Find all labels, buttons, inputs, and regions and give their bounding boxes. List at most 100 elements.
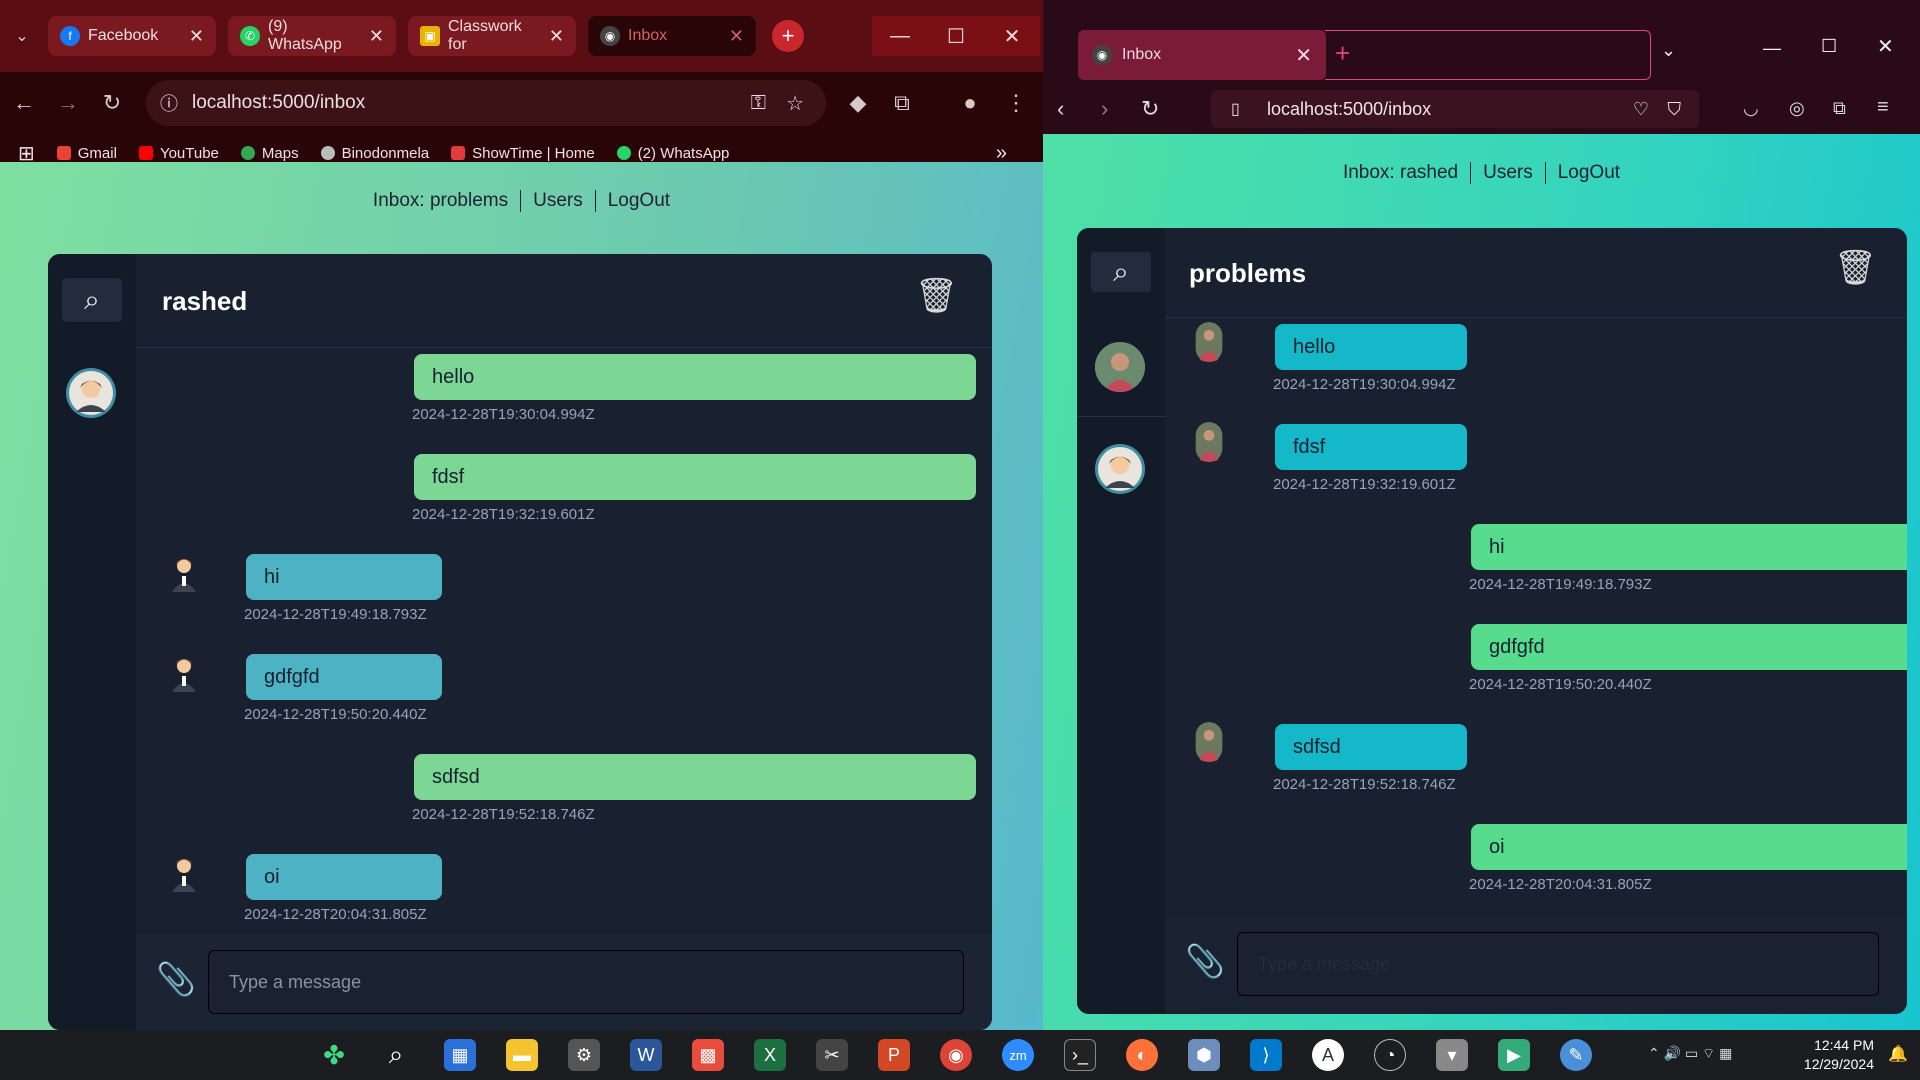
whatsapp-icon: ✆ [240, 26, 260, 46]
back-icon[interactable]: ‹ [1057, 96, 1064, 122]
nav-users-link[interactable]: Users [1470, 162, 1545, 184]
tab-classroom[interactable]: ▣ Classwork for ✕ [408, 16, 576, 56]
search-icon[interactable]: ⌕ [380, 1039, 412, 1071]
shield-icon[interactable]: ⛉ [1668, 99, 1682, 120]
forward-icon[interactable]: → [48, 80, 88, 126]
snipping-tool-icon[interactable]: ✂ [816, 1039, 848, 1071]
file-explorer-icon[interactable]: ▬ [506, 1039, 538, 1071]
close-icon[interactable]: ✕ [189, 26, 204, 47]
chat-title: problems [1189, 258, 1307, 288]
reload-icon[interactable]: ↻ [1141, 96, 1159, 122]
maximize-button[interactable]: ☐ [1821, 36, 1837, 57]
app-store-icon[interactable]: A [1312, 1039, 1344, 1071]
extensions-icon[interactable]: ⧉ [1833, 98, 1846, 119]
star-icon[interactable]: ☆ [786, 91, 804, 116]
bookmark-showtime[interactable]: ShowTime | Home [451, 145, 595, 162]
bookmark-gmail[interactable]: Gmail [56, 145, 117, 162]
menu-icon[interactable]: ⋮ [996, 80, 1036, 126]
message-timestamp: 2024-12-28T19:49:18.793Z [1469, 576, 1652, 593]
message-bubble: hi [246, 554, 442, 600]
firefox-icon[interactable]: ◐ [1126, 1039, 1158, 1071]
contact-avatar-rashed[interactable] [1095, 444, 1145, 494]
sidebar-divider [1077, 416, 1165, 417]
powerpoint-icon[interactable]: P [878, 1039, 910, 1071]
classroom-icon: ▣ [420, 26, 440, 46]
tab-inbox[interactable]: ◉ Inbox ✕ [588, 16, 756, 56]
cube-icon[interactable]: ⬢ [1188, 1039, 1220, 1071]
message-bubble: hello [1275, 324, 1467, 370]
notification-icon[interactable]: 🔔 [1888, 1044, 1908, 1064]
contact-avatar[interactable] [66, 368, 116, 418]
search-icon[interactable]: ⌕ [1091, 252, 1151, 292]
bookmark-youtube[interactable]: YouTube [138, 145, 219, 162]
trash-icon[interactable]: 🗑 [1834, 248, 1877, 288]
terminal-icon[interactable]: ›_ [1064, 1039, 1096, 1071]
message-bubble: gdfgfd [1471, 624, 1907, 670]
message-bubble: gdfgfd [246, 654, 442, 700]
back-icon[interactable]: ← [4, 80, 44, 126]
nav-inbox-link[interactable]: Inbox: rashed [1331, 162, 1470, 184]
bookmark-whatsapp[interactable]: (2) WhatsApp [616, 145, 729, 162]
chrome-tab-strip: ⌄ f Facebook ✕ ✆ (9) WhatsApp ✕ ▣ Classw… [0, 0, 1043, 72]
bookmark-maps[interactable]: Maps [240, 145, 299, 162]
paperclip-icon[interactable]: 📎 [1185, 942, 1225, 980]
new-tab-button[interactable]: + [772, 20, 804, 52]
app-icon[interactable]: ▩ [692, 1039, 724, 1071]
paperclip-icon[interactable]: 📎 [156, 960, 196, 998]
tab-search-icon[interactable]: ⌄ [4, 16, 40, 56]
zoom-icon[interactable]: zm [1002, 1039, 1034, 1071]
minimize-button[interactable]: — [872, 16, 928, 56]
minimize-button[interactable]: — [1763, 38, 1781, 59]
paint-icon[interactable]: ✎ [1560, 1039, 1592, 1071]
nav-logout-link[interactable]: LogOut [594, 190, 682, 212]
menu-icon[interactable]: ≡ [1877, 96, 1889, 119]
key-icon[interactable]: ⚿ [751, 92, 766, 115]
tab-inbox[interactable]: ◉ Inbox ✕ [1078, 30, 1326, 80]
settings-icon[interactable]: ⚙ [568, 1039, 600, 1071]
obs-icon[interactable]: ◔ [1374, 1039, 1406, 1071]
list-tabs-icon[interactable]: ⌄ [1661, 40, 1676, 61]
close-icon[interactable]: ✕ [369, 26, 384, 47]
close-icon[interactable]: ✕ [549, 26, 564, 47]
app-icon[interactable]: ▾ [1436, 1039, 1468, 1071]
close-window-button[interactable]: ✕ [1877, 34, 1894, 59]
store-icon[interactable]: ▦ [444, 1039, 476, 1071]
nav-inbox-link[interactable]: Inbox: problems [361, 190, 520, 212]
close-icon[interactable]: ✕ [729, 26, 744, 47]
trash-icon[interactable]: 🗑 [915, 276, 958, 316]
message-bubble: oi [246, 854, 442, 900]
tab-whatsapp[interactable]: ✆ (9) WhatsApp ✕ [228, 16, 396, 56]
message-input[interactable]: Type a message [1237, 932, 1879, 996]
chrome-icon[interactable]: ◉ [940, 1039, 972, 1071]
forward-icon[interactable]: › [1101, 96, 1108, 122]
nav-users-link[interactable]: Users [520, 190, 595, 212]
tab-facebook[interactable]: f Facebook ✕ [48, 16, 216, 56]
tray-icons[interactable]: ⌃ 🔊 ▭ ⌔ ▦ [1648, 1045, 1732, 1063]
bookmark-binodonmela[interactable]: Binodonmela [320, 145, 429, 162]
site-info-icon[interactable]: ⓘ [160, 90, 178, 116]
message-list: hello 2024-12-28T19:30:04.994Z fdsf 2024-12… [136, 348, 992, 934]
app-icon[interactable]: ▶ [1498, 1039, 1530, 1071]
word-icon[interactable]: W [630, 1039, 662, 1071]
reload-icon[interactable]: ↻ [92, 80, 132, 126]
address-bar[interactable]: ⓘ localhost:5000/inbox ⚿ ☆ [146, 80, 826, 126]
puzzle-icon[interactable]: ⧉ [882, 80, 922, 126]
sender-avatar [1189, 322, 1229, 362]
excel-icon[interactable]: X [754, 1039, 786, 1071]
clock[interactable]: 12:44 PM 12/29/2024 [1804, 1036, 1874, 1074]
extension-icon[interactable]: ◆ [838, 80, 878, 126]
close-window-button[interactable]: ✕ [984, 16, 1040, 56]
profile-avatar[interactable]: ● [950, 80, 990, 126]
address-bar[interactable]: ▯ localhost:5000/inbox ♡ ⛉ [1211, 90, 1699, 128]
account-icon[interactable]: ◎ [1789, 98, 1805, 119]
search-icon[interactable]: ⌕ [62, 278, 122, 322]
widgets-icon[interactable]: ✤ [318, 1039, 350, 1071]
heart-icon[interactable]: ♡ [1633, 99, 1649, 120]
message-input[interactable]: Type a message [208, 950, 964, 1014]
close-icon[interactable]: ✕ [1295, 43, 1312, 68]
maximize-button[interactable]: ☐ [928, 16, 984, 56]
pocket-icon[interactable]: ◡ [1743, 98, 1759, 119]
nav-logout-link[interactable]: LogOut [1544, 162, 1632, 184]
contact-avatar-problems[interactable] [1095, 342, 1145, 392]
vscode-icon[interactable]: ⟩ [1250, 1039, 1282, 1071]
